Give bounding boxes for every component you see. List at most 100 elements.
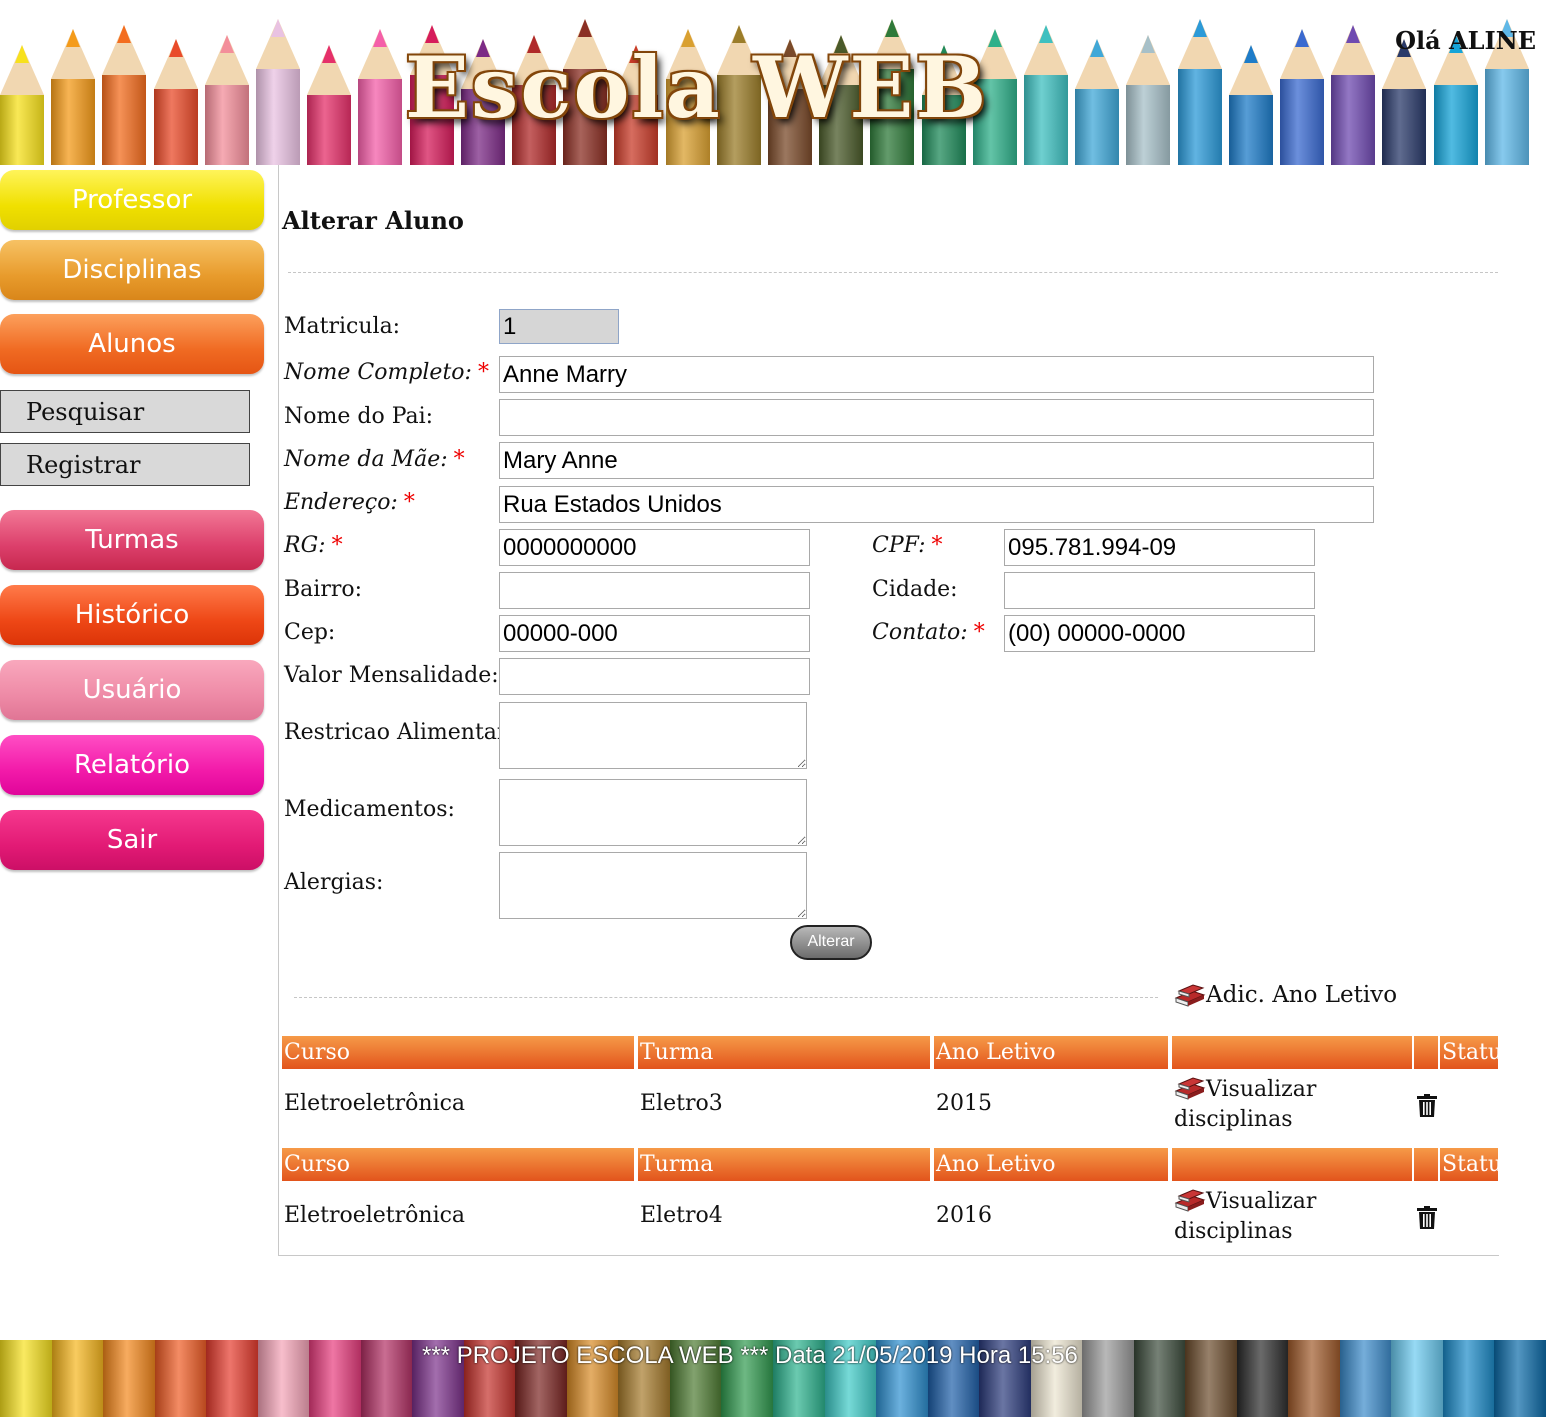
pencil-stripe-decoration	[1082, 1340, 1135, 1417]
nome-completo-field[interactable]	[499, 356, 1374, 393]
sidebar-item-disciplinas[interactable]: Disciplinas	[0, 240, 264, 300]
column-header-action	[1172, 1148, 1412, 1181]
column-header-delete	[1414, 1148, 1438, 1181]
nome-mae-field[interactable]	[499, 442, 1374, 479]
sidebar-item-relatorio[interactable]: Relatório	[0, 735, 264, 795]
matricula-field	[499, 309, 619, 344]
cidade-field[interactable]	[1004, 572, 1315, 609]
pencil-decoration	[1280, 29, 1324, 165]
sidebar-item-historico[interactable]: Histórico	[0, 585, 264, 645]
trash-icon[interactable]	[1416, 1094, 1438, 1118]
footer-text: *** PROJETO ESCOLA WEB *** Data 21/05/20…	[422, 1342, 1078, 1369]
column-header-status: Status	[1440, 1148, 1498, 1181]
cell-curso: Eletroeletrônica	[284, 1091, 466, 1116]
pencil-decoration	[1434, 35, 1478, 165]
column-header-turma: Turma	[638, 1148, 930, 1181]
cidade-label: Cidade:	[872, 577, 958, 602]
rg-label: RG: *	[284, 533, 343, 558]
header-banner: Escola WEB	[0, 0, 1536, 165]
pencil-stripe-decoration	[206, 1340, 259, 1417]
rg-field[interactable]	[499, 529, 810, 566]
column-header-turma: Turma	[638, 1036, 930, 1069]
cep-field[interactable]	[499, 615, 810, 652]
sidebar-subitem-registrar[interactable]: Registrar	[0, 443, 250, 486]
sidebar-item-sair[interactable]: Sair	[0, 810, 264, 870]
restricao-alimentar-label: Restricao Alimentar:	[284, 720, 515, 745]
table-header: Curso Turma Ano Letivo Status	[282, 1148, 1498, 1181]
pencil-stripe-decoration	[309, 1340, 362, 1417]
sidebar-item-usuario[interactable]: Usuário	[0, 660, 264, 720]
add-ano-letivo-link[interactable]: Adic. Ano Letivo	[1174, 982, 1397, 1008]
visualizar-disciplinas-link[interactable]: Visualizar disciplinas	[1174, 1075, 1316, 1135]
cell-curso: Eletroeletrônica	[284, 1203, 466, 1228]
cell-turma: Eletro3	[640, 1091, 723, 1116]
valor-mensalidade-field[interactable]	[499, 658, 810, 695]
sidebar-item-turmas[interactable]: Turmas	[0, 510, 264, 570]
cpf-label: CPF: *	[872, 533, 943, 558]
pencil-decoration	[1024, 25, 1068, 165]
pencil-decoration	[1331, 25, 1375, 165]
pencil-decoration	[307, 45, 351, 165]
endereco-field[interactable]	[499, 486, 1374, 523]
valor-mensalidade-label: Valor Mensalidade:	[284, 663, 499, 688]
pencil-decoration	[205, 35, 249, 165]
pencil-stripe-decoration	[0, 1340, 53, 1417]
column-header-ano-letivo: Ano Letivo	[934, 1148, 1168, 1181]
cell-ano-letivo: 2016	[936, 1203, 992, 1228]
endereco-label: Endereço: *	[284, 490, 415, 515]
column-header-action	[1172, 1036, 1412, 1069]
cell-turma: Eletro4	[640, 1203, 723, 1228]
pencil-decoration	[358, 29, 402, 165]
books-icon	[1174, 1187, 1206, 1213]
pencil-decoration	[1126, 35, 1170, 165]
site-logo: Escola WEB	[405, 38, 989, 137]
nome-pai-label: Nome do Pai:	[284, 404, 434, 429]
contato-label: Contato: *	[872, 620, 985, 645]
cpf-field[interactable]	[1004, 529, 1315, 566]
pencil-stripe-decoration	[1391, 1340, 1444, 1417]
pencil-stripe-decoration	[1494, 1340, 1546, 1417]
sidebar-subitem-pesquisar[interactable]: Pesquisar	[0, 390, 250, 433]
trash-icon[interactable]	[1416, 1206, 1438, 1230]
pencil-stripe-decoration	[1237, 1340, 1290, 1417]
nome-mae-label: Nome da Mãe: *	[284, 447, 465, 472]
divider	[294, 997, 1158, 998]
column-header-curso: Curso	[282, 1036, 634, 1069]
pencil-stripe-decoration	[1443, 1340, 1496, 1417]
pencil-decoration	[1382, 39, 1426, 165]
user-greeting: Olá ALINE	[1395, 26, 1536, 55]
nome-pai-field[interactable]	[499, 399, 1374, 436]
pencil-stripe-decoration	[155, 1340, 208, 1417]
pencil-stripe-decoration	[361, 1340, 414, 1417]
add-ano-letivo-label: Adic. Ano Letivo	[1206, 982, 1398, 1008]
pencil-decoration	[256, 19, 300, 165]
pencil-decoration	[1178, 19, 1222, 165]
divider	[288, 272, 1498, 273]
pencil-stripe-decoration	[1185, 1340, 1238, 1417]
column-header-ano-letivo: Ano Letivo	[934, 1036, 1168, 1069]
pencil-stripe-decoration	[1340, 1340, 1393, 1417]
medicamentos-label: Medicamentos:	[284, 797, 455, 822]
disciplinas-label: disciplinas	[1174, 1219, 1293, 1244]
pencil-decoration	[0, 45, 44, 165]
visualizar-disciplinas-link[interactable]: Visualizar disciplinas	[1174, 1187, 1316, 1247]
sidebar-item-alunos[interactable]: Alunos	[0, 314, 264, 374]
matricula-label: Matricula:	[284, 314, 401, 339]
sidebar-item-professor[interactable]: Professor	[0, 170, 264, 230]
disciplinas-label: disciplinas	[1174, 1107, 1293, 1132]
pencil-stripe-decoration	[1288, 1340, 1341, 1417]
visualizar-label: Visualizar	[1206, 1077, 1317, 1102]
bairro-field[interactable]	[499, 572, 810, 609]
pencil-stripe-decoration	[258, 1340, 311, 1417]
pencil-decoration	[1075, 39, 1119, 165]
restricao-alimentar-field[interactable]	[499, 702, 807, 769]
alergias-label: Alergias:	[284, 870, 384, 895]
medicamentos-field[interactable]	[499, 779, 807, 846]
nome-completo-label: Nome Completo: *	[284, 360, 489, 385]
pencil-stripe-decoration	[52, 1340, 105, 1417]
pencil-decoration	[102, 25, 146, 165]
alergias-field[interactable]	[499, 852, 807, 919]
page-title: Alterar Aluno	[282, 206, 464, 235]
alterar-button[interactable]: Alterar	[790, 925, 872, 960]
contato-field[interactable]	[1004, 615, 1315, 652]
